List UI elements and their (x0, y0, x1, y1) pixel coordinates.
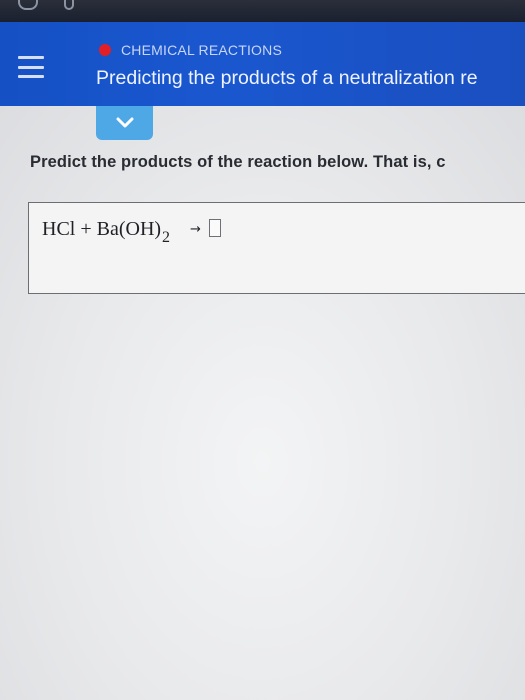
category-label: CHEMICAL REACTIONS (121, 42, 282, 58)
products-input[interactable] (208, 219, 221, 237)
menu-icon[interactable] (18, 56, 44, 78)
device-status-strip (0, 0, 525, 22)
status-glyph (18, 0, 38, 10)
status-dot-icon (99, 44, 111, 56)
question-prompt: Predict the products of the reaction bel… (30, 153, 446, 171)
reaction-equation: HCl + Ba(OH) 2 → (42, 217, 221, 246)
expand-toggle-button[interactable] (96, 106, 153, 140)
reactant-subscript: 2 (162, 229, 171, 246)
reaction-arrow: → (190, 222, 201, 237)
page-title: Predicting the products of a neutralizat… (96, 67, 478, 89)
answer-box: HCl + Ba(OH) 2 → (28, 202, 525, 294)
status-glyph (64, 0, 74, 10)
reactants: HCl + Ba(OH) (42, 218, 162, 240)
question-area: Predict the products of the reaction bel… (0, 106, 525, 700)
topic-header: CHEMICAL REACTIONS Predicting the produc… (0, 22, 525, 106)
topic-category: CHEMICAL REACTIONS (99, 42, 282, 58)
chevron-down-icon (116, 117, 133, 128)
